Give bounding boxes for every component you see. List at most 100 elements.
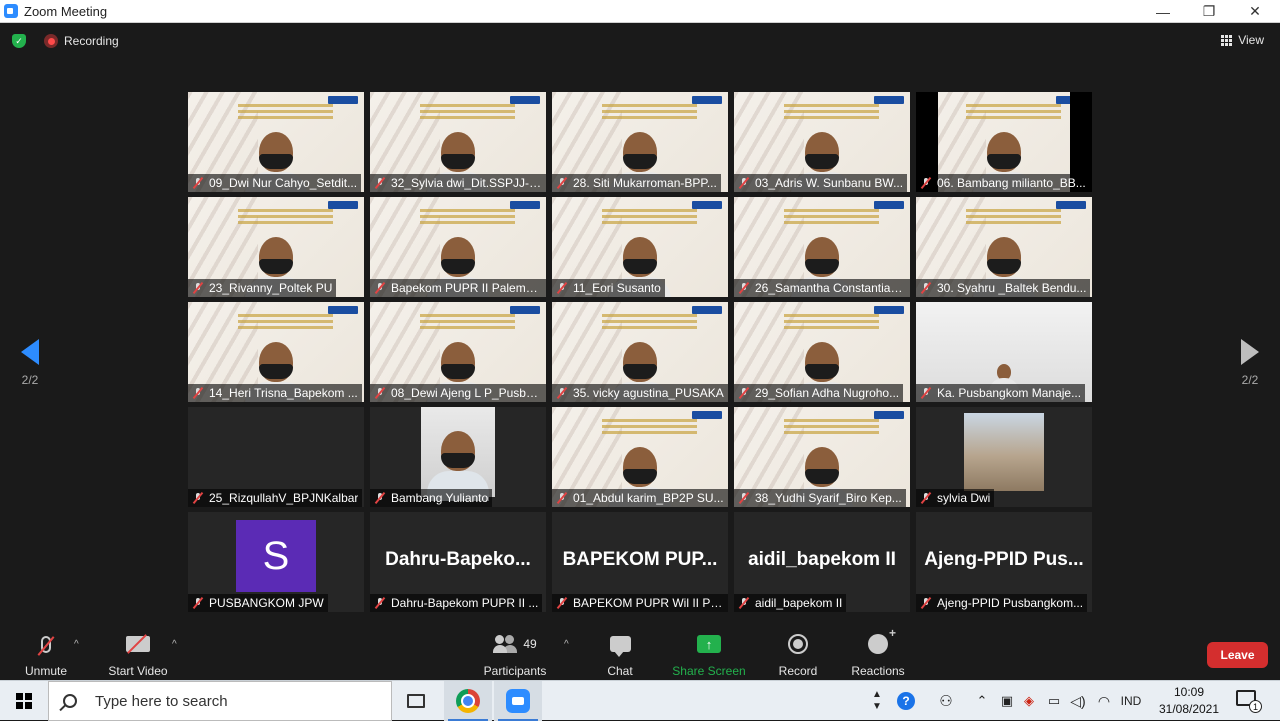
restore-button[interactable]: ❐: [1186, 0, 1232, 23]
security-shield-icon[interactable]: ✓: [12, 34, 26, 48]
device-tray-button[interactable]: ▣: [998, 681, 1016, 721]
page-indicator-left: 2/2: [21, 373, 39, 387]
participants-options-caret[interactable]: ^: [564, 639, 569, 650]
zoom-taskbar-button[interactable]: [494, 681, 542, 721]
participant-name: Bapekom PUPR II Palemb...: [391, 281, 542, 295]
participant-tile[interactable]: 06. Bambang milianto_BB...: [916, 92, 1092, 192]
mic-muted-icon: [374, 177, 386, 189]
participant-tile[interactable]: 29_Sofian Adha Nugroho...: [734, 302, 910, 402]
show-hidden-icons-button[interactable]: ⌃: [972, 681, 992, 721]
participant-tile[interactable]: 30. Syahru _Baltek Bendu...: [916, 197, 1092, 297]
antivirus-tray-button[interactable]: ◈: [1020, 681, 1038, 721]
participant-tile[interactable]: 01_Abdul karim_BP2P SU...: [552, 407, 728, 507]
wifi-tray-button[interactable]: ◠: [1094, 681, 1114, 721]
participant-tile[interactable]: S PUSBANGKOM JPW: [188, 512, 364, 612]
record-label: Record: [778, 664, 818, 678]
participant-name: 09_Dwi Nur Cahyo_Setdit...: [209, 176, 358, 190]
virtual-background-banner: [966, 104, 1061, 107]
participant-name: 26_Samantha Constantia_...: [755, 281, 906, 295]
next-page-button[interactable]: 2/2: [1230, 339, 1270, 387]
minimize-button[interactable]: —: [1140, 0, 1186, 23]
participants-button[interactable]: 49 Participants: [480, 632, 550, 678]
virtual-background-banner: [238, 104, 333, 107]
participant-name: 23_Rivanny_Poltek PU: [209, 281, 333, 295]
start-video-button[interactable]: Start Video: [104, 632, 172, 678]
participant-name: aidil_bapekom II: [755, 596, 843, 610]
chrome-taskbar-button[interactable]: [444, 681, 492, 721]
participant-tile[interactable]: 14_Heri Trisna_Bapekom ...: [188, 302, 364, 402]
mic-muted-icon: [192, 282, 204, 294]
share-screen-icon: ↑: [697, 635, 721, 653]
view-label: View: [1238, 33, 1264, 47]
participant-tile[interactable]: aidil_bapekom II aidil_bapekom II: [734, 512, 910, 612]
record-button[interactable]: Record: [776, 632, 820, 678]
participant-name-bar: 29_Sofian Adha Nugroho...: [734, 384, 904, 402]
recording-indicator-icon: [44, 34, 58, 48]
start-button[interactable]: [0, 681, 48, 721]
notification-count-badge: 1: [1249, 700, 1262, 713]
audio-options-caret[interactable]: ^: [74, 639, 79, 650]
language-indicator[interactable]: IND: [1118, 681, 1144, 721]
participant-tile[interactable]: 08_Dewi Ajeng L P_Pusba...: [370, 302, 546, 402]
meeting-status-bar: ✓ Recording: [12, 34, 119, 48]
mic-muted-icon: [738, 597, 750, 609]
participant-name: 29_Sofian Adha Nugroho...: [755, 386, 900, 400]
previous-page-button[interactable]: 2/2: [10, 339, 50, 387]
participant-tile[interactable]: 03_Adris W. Sunbanu BW...: [734, 92, 910, 192]
participant-tile[interactable]: 25_RizqullahV_BPJNKalbar: [188, 407, 364, 507]
virtual-background-banner: [420, 104, 515, 107]
gallery-view: 09_Dwi Nur Cahyo_Setdit... 32_Sylvia dwi_…: [188, 92, 1092, 612]
participant-name-bar: aidil_bapekom II: [734, 594, 847, 612]
arrow-right-icon: [1241, 339, 1259, 365]
video-options-caret[interactable]: ^: [172, 639, 177, 650]
volume-icon: ◁): [1070, 692, 1086, 709]
mic-muted-icon: [374, 282, 386, 294]
participant-tile[interactable]: 35. vicky agustina_PUSAKA: [552, 302, 728, 402]
pupr-logo: [874, 306, 904, 314]
participant-tile[interactable]: 11_Eori Susanto: [552, 197, 728, 297]
participant-tile[interactable]: BAPEKOM PUP... BAPEKOM PUPR Wil II Pal...: [552, 512, 728, 612]
participant-tile[interactable]: 26_Samantha Constantia_...: [734, 197, 910, 297]
taskbar-search-box[interactable]: Type here to search: [48, 681, 392, 721]
view-button[interactable]: View: [1221, 33, 1264, 47]
share-screen-button[interactable]: ↑ Share Screen: [672, 632, 746, 678]
people-tray-button[interactable]: ⚇: [934, 681, 958, 721]
participant-tile[interactable]: 28. Siti Mukarroman-BPP...: [552, 92, 728, 192]
participant-name: 25_RizqullahV_BPJNKalbar: [209, 491, 359, 505]
virtual-background-banner: [966, 209, 1061, 212]
chat-button[interactable]: Chat: [602, 632, 638, 678]
participant-tile[interactable]: Ajeng-PPID Pus... Ajeng-PPID Pusbangkom..…: [916, 512, 1092, 612]
help-tray-button[interactable]: ?: [894, 681, 918, 721]
unmute-button[interactable]: Unmute: [20, 632, 72, 678]
participant-tile[interactable]: Bambang Yulianto: [370, 407, 546, 507]
participant-tile[interactable]: 23_Rivanny_Poltek PU: [188, 197, 364, 297]
video-camera-off-icon: [126, 636, 150, 652]
page-indicator-right: 2/2: [1241, 373, 1259, 387]
virtual-background-banner: [784, 209, 879, 212]
reactions-button[interactable]: Reactions: [850, 626, 906, 678]
battery-icon: ▭: [1047, 693, 1061, 708]
mic-muted-icon: [192, 387, 204, 399]
participant-tile[interactable]: Ka. Pusbangkom Manaje...: [916, 302, 1092, 402]
participant-name: 03_Adris W. Sunbanu BW...: [755, 176, 904, 190]
window-titlebar: Zoom Meeting — ❐ ✕: [0, 0, 1280, 23]
leave-button[interactable]: Leave: [1207, 642, 1268, 668]
participant-tile[interactable]: 32_Sylvia dwi_Dit.SSPJJ-D...: [370, 92, 546, 192]
participant-tile[interactable]: Dahru-Bapeko... Dahru-Bapekom PUPR II ...: [370, 512, 546, 612]
mic-muted-icon: [738, 177, 750, 189]
volume-tray-button[interactable]: ◁): [1068, 681, 1088, 721]
tray-scroll-arrows[interactable]: ▲ ▼: [868, 681, 886, 721]
task-view-button[interactable]: [392, 681, 440, 721]
participant-display-name: Ajeng-PPID Pus...: [924, 549, 1084, 570]
participant-tile[interactable]: sylvia Dwi: [916, 407, 1092, 507]
participant-tile[interactable]: 38_Yudhi Syarif_Biro Kep...: [734, 407, 910, 507]
participant-tile[interactable]: Bapekom PUPR II Palemb...: [370, 197, 546, 297]
participants-icon: [493, 635, 517, 653]
zoom-app-icon: [4, 4, 18, 18]
system-clock[interactable]: 10:09 31/08/2021: [1148, 684, 1230, 718]
participant-name-bar: 11_Eori Susanto: [552, 279, 665, 297]
battery-tray-button[interactable]: ▭: [1044, 681, 1064, 721]
participant-tile[interactable]: 09_Dwi Nur Cahyo_Setdit...: [188, 92, 364, 192]
participant-name-bar: 32_Sylvia dwi_Dit.SSPJJ-D...: [370, 174, 546, 192]
close-button[interactable]: ✕: [1232, 0, 1278, 23]
